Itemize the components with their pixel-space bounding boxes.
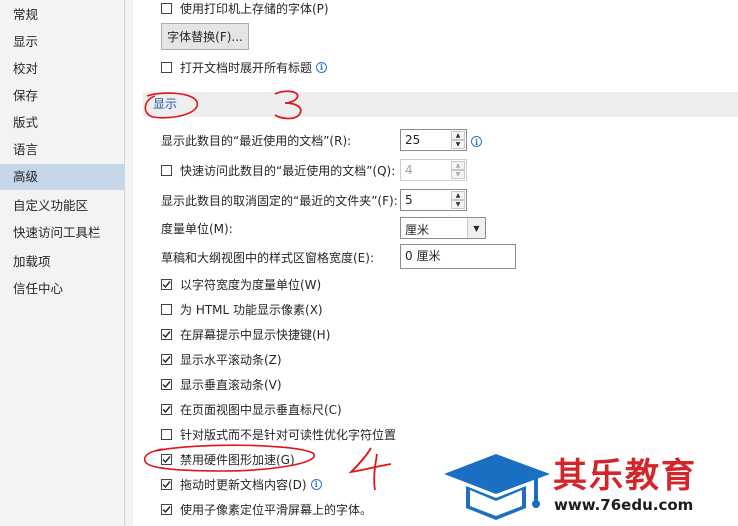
sidebar-item-quick-access-toolbar[interactable]: 快速访问工具栏 [0, 220, 124, 246]
display-option-8[interactable]: 拖动时更新文档内容(D) i [133, 473, 322, 495]
watermark-url: www.76edu.com [554, 496, 694, 514]
unpinned-folders-label: 显示此数目的取消固定的“最近的文件夹”(F): [161, 193, 398, 208]
units-select[interactable]: 厘米 ▼ [400, 217, 486, 239]
sidebar-item-save[interactable]: 保存 [0, 83, 124, 109]
display-option-checkbox[interactable] [161, 378, 172, 390]
units-row: 度量单位(M): [161, 217, 233, 239]
display-option-6[interactable]: 针对版式而不是针对可读性优化字符位置 [133, 423, 396, 445]
recent-docs-label: 显示此数目的“最近使用的文档”(R): [161, 133, 352, 148]
info-icon: i [471, 136, 482, 147]
style-area-input[interactable]: 0 厘米 [400, 244, 516, 269]
display-option-label: 使用子像素定位平滑屏幕上的字体。 [180, 502, 373, 517]
graduation-cap-icon [444, 454, 550, 520]
recent-docs-row: 显示此数目的“最近使用的文档”(R): [161, 129, 351, 151]
units-value: 厘米 [405, 223, 430, 237]
display-option-9[interactable]: 使用子像素定位平滑屏幕上的字体。 [133, 498, 372, 520]
quick-access-row[interactable]: 快速访问此数目的“最近使用的文档”(Q): [133, 159, 395, 181]
watermark-logo: 其乐教育 www.76edu.com [440, 446, 738, 526]
expand-headings-checkbox[interactable] [161, 61, 172, 73]
checkmark-icon [162, 505, 171, 513]
display-option-2[interactable]: 在屏幕提示中显示快捷键(H) [133, 323, 330, 345]
unpinned-folders-spinner[interactable]: 5 ▲ ▼ [400, 189, 467, 211]
checkmark-icon [162, 380, 171, 388]
spin-down-icon[interactable]: ▼ [451, 200, 465, 209]
printer-fonts-option[interactable]: 使用打印机上存储的字体(P) [133, 0, 329, 19]
display-option-checkbox[interactable] [161, 303, 172, 315]
checkmark-icon [162, 455, 171, 463]
expand-headings-option[interactable]: 打开文档时展开所有标题 i [133, 56, 328, 78]
quick-access-value: 4 [405, 163, 413, 177]
quick-access-checkbox[interactable] [161, 164, 172, 176]
quick-access-label: 快速访问此数目的“最近使用的文档”(Q): [180, 163, 396, 178]
display-option-0[interactable]: 以字符宽度为度量单位(W) [133, 273, 321, 295]
display-option-label: 在页面视图中显示垂直标尺(C) [180, 402, 342, 417]
options-sidebar: 常规 显示 校对 保存 版式 语言 高级 自定义功能区 快速访问工具栏 加载项 … [0, 0, 124, 526]
quick-access-spinner[interactable]: 4 ▲ ▼ [400, 159, 467, 181]
style-area-row: 草稿和大纲视图中的样式区窗格宽度(E): [161, 246, 374, 268]
spin-up-icon[interactable]: ▲ [451, 161, 465, 170]
display-option-1[interactable]: 为 HTML 功能显示像素(X) [133, 298, 323, 320]
info-icon: i [310, 478, 322, 490]
sidebar-item-general[interactable]: 常规 [0, 2, 124, 28]
unpinned-folders-row: 显示此数目的取消固定的“最近的文件夹”(F): [161, 189, 398, 211]
printer-fonts-checkbox[interactable] [161, 2, 172, 14]
sidebar-divider [124, 0, 133, 526]
sidebar-item-display[interactable]: 显示 [0, 29, 124, 55]
checkmark-icon [162, 355, 171, 363]
display-option-checkbox[interactable] [161, 403, 172, 415]
recent-docs-value: 25 [405, 133, 421, 147]
unpinned-folders-value: 5 [405, 193, 413, 207]
recent-docs-spinner[interactable]: 25 ▲ ▼ [400, 129, 467, 151]
spin-up-icon[interactable]: ▲ [451, 191, 465, 200]
display-option-checkbox[interactable] [161, 328, 172, 340]
sidebar-item-customize-ribbon[interactable]: 自定义功能区 [0, 193, 124, 219]
sidebar-item-trust-center[interactable]: 信任中心 [0, 276, 124, 302]
ink-number-four [348, 447, 392, 491]
checkmark-icon [162, 480, 171, 488]
display-option-label: 拖动时更新文档内容(D) [180, 477, 307, 492]
sidebar-item-language[interactable]: 语言 [0, 137, 124, 163]
display-option-5[interactable]: 在页面视图中显示垂直标尺(C) [133, 398, 342, 420]
display-option-checkbox[interactable] [161, 503, 172, 515]
display-option-label: 以字符宽度为度量单位(W) [180, 277, 322, 292]
spin-up-icon[interactable]: ▲ [451, 131, 465, 140]
display-option-checkbox[interactable] [161, 428, 172, 440]
expand-headings-label: 打开文档时展开所有标题 [180, 60, 313, 75]
display-option-label: 显示水平滚动条(Z) [180, 352, 282, 367]
watermark-brand: 其乐教育 [553, 456, 697, 496]
checkmark-icon [162, 280, 171, 288]
spin-down-icon[interactable]: ▼ [451, 140, 465, 149]
display-option-label: 禁用硬件图形加速(G) [180, 452, 295, 467]
display-option-checkbox[interactable] [161, 353, 172, 365]
display-option-label: 显示垂直滚动条(V) [180, 377, 282, 392]
display-option-label: 针对版式而不是针对可读性优化字符位置 [180, 427, 397, 442]
sidebar-item-proofing[interactable]: 校对 [0, 56, 124, 82]
units-label: 度量单位(M): [161, 221, 233, 236]
display-option-3[interactable]: 显示水平滚动条(Z) [133, 348, 282, 370]
display-option-checkbox[interactable] [161, 278, 172, 290]
display-section-header: 显示 [143, 92, 738, 117]
checkmark-icon [162, 330, 171, 338]
printer-fonts-label: 使用打印机上存储的字体(P) [180, 1, 329, 16]
display-option-7[interactable]: 禁用硬件图形加速(G) [133, 448, 295, 470]
display-option-label: 为 HTML 功能显示像素(X) [180, 302, 323, 317]
style-area-label: 草稿和大纲视图中的样式区窗格宽度(E): [161, 250, 374, 265]
chevron-down-icon[interactable]: ▼ [467, 218, 485, 238]
info-icon: i [316, 61, 328, 73]
sidebar-item-addins[interactable]: 加载项 [0, 249, 124, 275]
spin-down-icon[interactable]: ▼ [451, 170, 465, 179]
checkmark-icon [162, 405, 171, 413]
display-option-label: 在屏幕提示中显示快捷键(H) [180, 327, 331, 342]
sidebar-item-advanced[interactable]: 高级 [0, 164, 124, 190]
font-substitution-button[interactable]: 字体替换(F)... [161, 23, 249, 50]
sidebar-item-layout[interactable]: 版式 [0, 110, 124, 136]
display-option-checkbox[interactable] [161, 453, 172, 465]
display-option-checkbox[interactable] [161, 478, 172, 490]
display-option-4[interactable]: 显示垂直滚动条(V) [133, 373, 282, 395]
